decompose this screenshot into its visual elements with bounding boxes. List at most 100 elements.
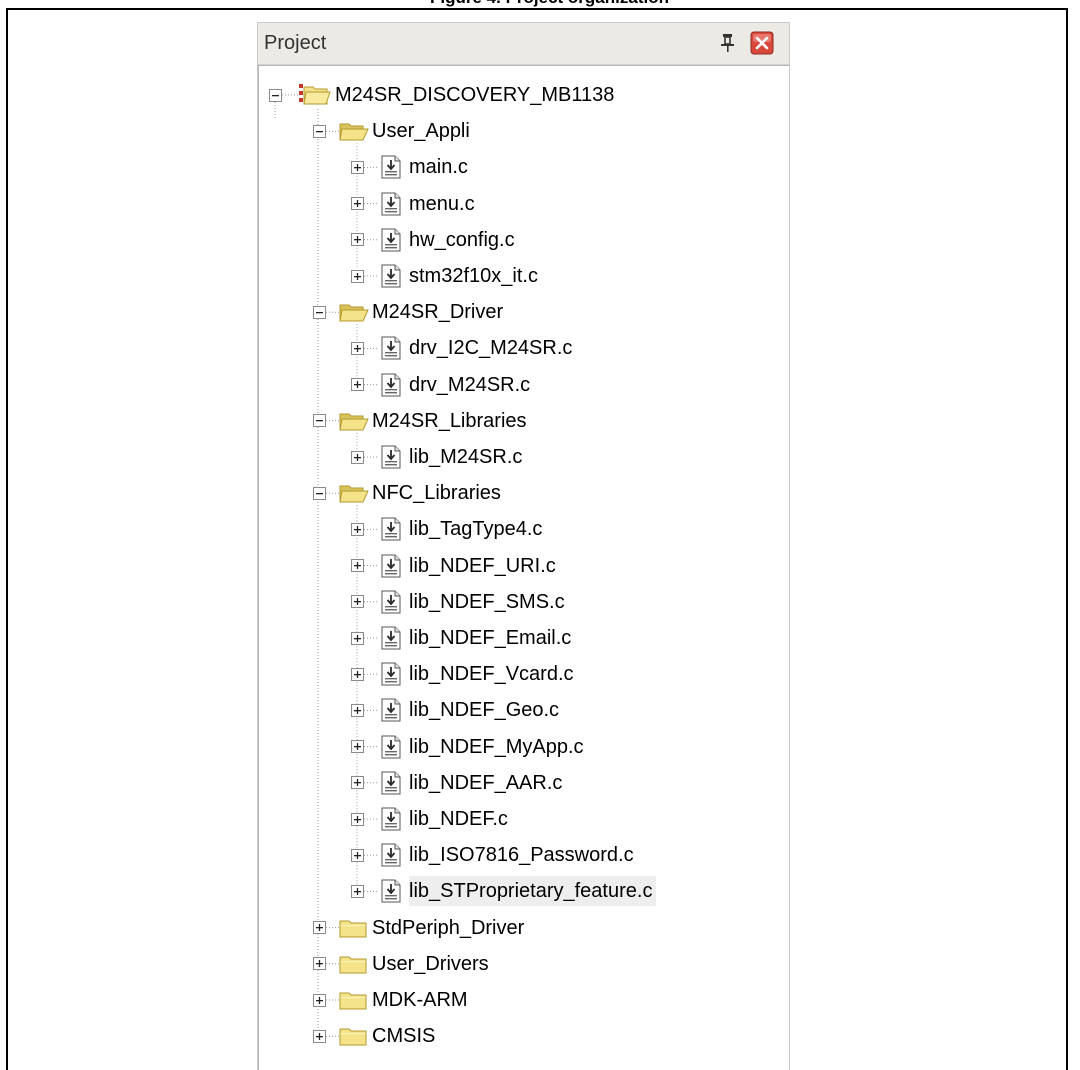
source-file-icon (381, 807, 401, 831)
tree-file-item[interactable]: lib_NDEF_URI.c (409, 551, 560, 581)
tree-item-label: CMSIS (372, 1025, 436, 1048)
file-expand-toggle[interactable] (350, 522, 364, 536)
tree-file-item[interactable]: hw_config.c (409, 225, 519, 255)
tree-item-label: lib_TagType4.c (409, 518, 543, 541)
tree-file-item[interactable]: lib_NDEF_AAR.c (409, 768, 566, 798)
file-expand-toggle[interactable] (350, 559, 364, 573)
file-expand-toggle[interactable] (350, 812, 364, 826)
project-folder-icon (299, 84, 331, 105)
file-expand-toggle[interactable] (350, 269, 364, 283)
tree-item-label: lib_NDEF_Geo.c (409, 699, 560, 722)
source-file-icon (381, 192, 401, 216)
tree-file-item[interactable]: lib_M24SR.c (409, 442, 526, 472)
tree-group-item[interactable]: MDK-ARM (372, 985, 472, 1015)
panel-header: Project (258, 23, 789, 65)
file-expand-toggle[interactable] (350, 341, 364, 355)
group-collapse-toggle[interactable] (312, 486, 326, 500)
tree-file-item[interactable]: lib_NDEF_Vcard.c (409, 659, 578, 689)
source-file-icon (381, 155, 401, 179)
source-file-icon (381, 445, 401, 469)
open-folder-icon (339, 123, 369, 141)
group-expand-toggle[interactable] (312, 993, 326, 1007)
figure-caption-strip: Figure 4. Project organization (0, 0, 1080, 8)
open-folder-icon (339, 485, 369, 503)
source-file-icon (381, 735, 401, 759)
file-expand-toggle[interactable] (350, 703, 364, 717)
file-expand-toggle[interactable] (350, 848, 364, 862)
group-collapse-toggle[interactable] (312, 124, 326, 138)
file-expand-toggle[interactable] (350, 776, 364, 790)
tree-file-item[interactable]: lib_NDEF_Geo.c (409, 695, 563, 725)
tree-item-label: User_Appli (372, 120, 470, 143)
file-expand-toggle[interactable] (350, 378, 364, 392)
tree-group-item[interactable]: M24SR_Driver (372, 297, 507, 327)
group-collapse-toggle[interactable] (312, 305, 326, 319)
tree-file-item[interactable]: lib_NDEF_MyApp.c (409, 732, 588, 762)
tree-file-item[interactable]: stm32f10x_it.c (409, 261, 542, 291)
tree-item-label: hw_config.c (409, 228, 515, 251)
tree-file-item[interactable]: lib_NDEF_SMS.c (409, 587, 569, 617)
file-expand-toggle[interactable] (350, 197, 364, 211)
source-file-icon (381, 554, 401, 578)
closed-folder-icon (339, 956, 367, 974)
tree-group-item[interactable]: NFC_Libraries (372, 478, 505, 508)
tree-item-label: menu.c (409, 192, 475, 215)
root-collapse-toggle[interactable] (268, 88, 282, 102)
close-icon[interactable] (750, 31, 774, 55)
tree-file-item[interactable]: drv_I2C_M24SR.c (409, 333, 576, 363)
tree-root-item[interactable]: M24SR_DISCOVERY_MB1138 (335, 80, 618, 110)
open-folder-icon (339, 413, 369, 431)
document-page: Figure 4. Project organization Project M… (0, 0, 1080, 1070)
tree-file-item[interactable]: menu.c (409, 189, 479, 219)
tree-item-label: lib_M24SR.c (409, 446, 523, 468)
tree-group-item[interactable]: StdPeriph_Driver (372, 913, 528, 943)
tree-item-label: lib_NDEF_URI.c (409, 554, 556, 577)
project-panel: Project M24SR_DISCOVERY_MB1138 User_Appli… (257, 22, 790, 1070)
tree-group-item[interactable]: User_Drivers (372, 949, 493, 979)
tree-item-label: lib_NDEF_Vcard.c (409, 663, 574, 686)
tree-item-label: drv_I2C_M24SR.c (409, 337, 573, 360)
tree-file-item[interactable]: lib_ISO7816_Password.c (409, 840, 638, 870)
tree-file-item[interactable]: lib_NDEF.c (409, 804, 512, 834)
file-expand-toggle[interactable] (350, 667, 364, 681)
tree-item-label: M24SR_DISCOVERY_MB1138 (335, 84, 615, 106)
pin-icon[interactable] (718, 31, 738, 55)
file-expand-toggle[interactable] (350, 233, 364, 247)
source-file-icon (381, 698, 401, 722)
file-expand-toggle[interactable] (350, 450, 364, 464)
source-file-icon (381, 336, 401, 360)
source-file-icon (381, 771, 401, 795)
tree-item-label: drv_M24SR.c (409, 373, 531, 396)
tree-group-item[interactable]: CMSIS (372, 1021, 439, 1051)
source-file-icon (381, 373, 401, 397)
tree-file-item[interactable]: lib_STProprietary_feature.c (409, 876, 657, 907)
source-file-icon (381, 517, 401, 541)
tree-item-label: main.c (409, 156, 468, 179)
file-expand-toggle[interactable] (350, 884, 364, 898)
file-expand-toggle[interactable] (350, 160, 364, 174)
tree-item-label: MDK-ARM (372, 989, 468, 1011)
closed-folder-icon (339, 920, 367, 938)
tree-file-item[interactable]: lib_NDEF_Email.c (409, 623, 575, 653)
file-expand-toggle[interactable] (350, 631, 364, 645)
tree-item-label: lib_ISO7816_Password.c (409, 844, 634, 867)
tree-item-label: lib_NDEF_SMS.c (409, 590, 565, 613)
figure-caption: Figure 4. Project organization (430, 0, 669, 8)
file-expand-toggle[interactable] (350, 595, 364, 609)
tree-file-item[interactable]: drv_M24SR.c (409, 370, 534, 400)
tree-group-item[interactable]: User_Appli (372, 116, 474, 146)
group-expand-toggle[interactable] (312, 1029, 326, 1043)
group-expand-toggle[interactable] (312, 921, 326, 935)
tree-file-item[interactable]: main.c (409, 152, 472, 182)
tree-item-label: M24SR_Libraries (372, 409, 527, 432)
tree-item-label: lib_NDEF_MyApp.c (409, 735, 584, 758)
source-file-icon (381, 590, 401, 614)
source-file-icon (381, 879, 401, 903)
group-collapse-toggle[interactable] (312, 414, 326, 428)
tree-item-label: lib_NDEF_AAR.c (409, 771, 563, 794)
group-expand-toggle[interactable] (312, 957, 326, 971)
file-expand-toggle[interactable] (350, 740, 364, 754)
panel-title: Project (264, 32, 327, 54)
tree-file-item[interactable]: lib_TagType4.c (409, 514, 546, 544)
tree-group-item[interactable]: M24SR_Libraries (372, 406, 531, 436)
